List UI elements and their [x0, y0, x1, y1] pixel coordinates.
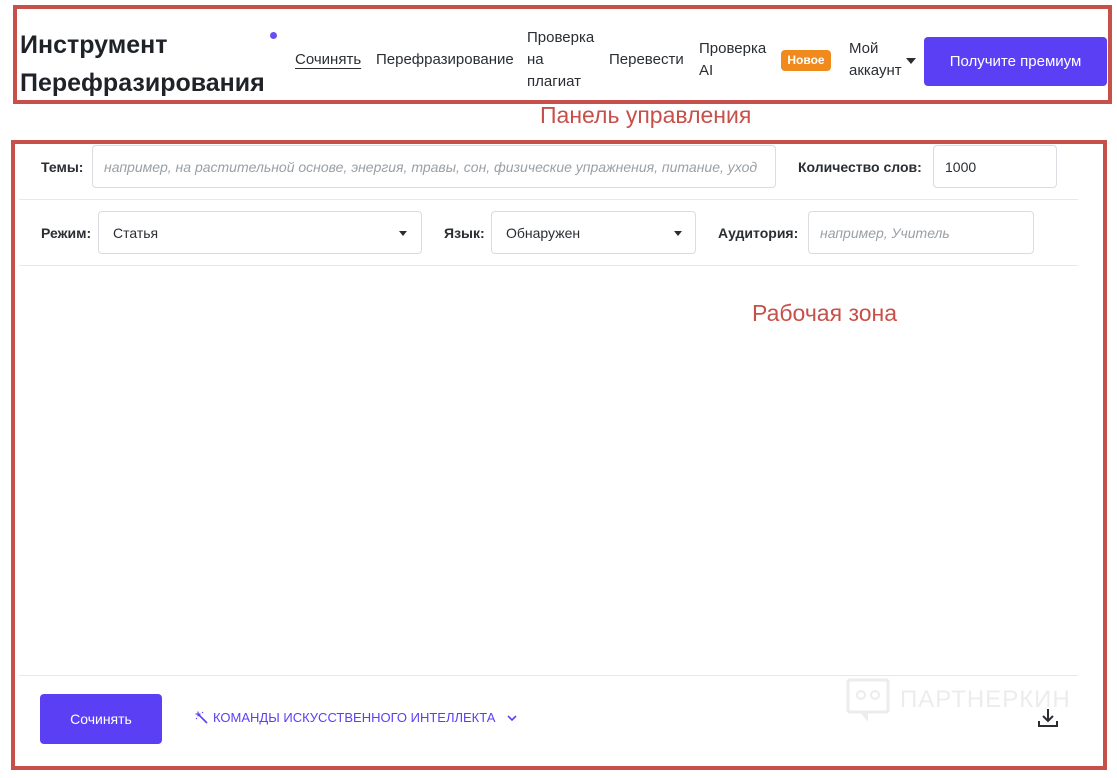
- account-chevron-down-icon[interactable]: [906, 58, 916, 64]
- nav-paraphrase[interactable]: Перефразирование: [376, 49, 514, 71]
- audience-input[interactable]: [808, 211, 1034, 254]
- language-label: Язык:: [444, 225, 485, 241]
- row-divider: [19, 199, 1078, 200]
- nav-account[interactable]: Мой аккаунт: [849, 38, 909, 82]
- magic-wand-icon: [195, 711, 209, 725]
- editor-area[interactable]: [19, 266, 1078, 674]
- watermark-logo-icon: [846, 678, 890, 722]
- topics-label: Темы:: [41, 159, 84, 175]
- chevron-down-icon: [399, 231, 407, 236]
- mode-label: Режим:: [41, 225, 92, 241]
- nav-ai-check[interactable]: Проверка AI: [699, 38, 769, 82]
- new-badge: Новое: [781, 50, 831, 71]
- chevron-down-icon: [507, 714, 518, 722]
- compose-button[interactable]: Сочинять: [40, 694, 162, 744]
- logo-line1: Инструмент: [20, 31, 168, 59]
- audience-label: Аудитория:: [718, 225, 799, 241]
- nav-translate[interactable]: Перевести: [609, 49, 684, 71]
- ai-commands-dropdown[interactable]: КОМАНДЫ ИСКУССТВЕННОГО ИНТЕЛЛЕКТА: [195, 710, 518, 725]
- footer-divider: [19, 675, 1078, 676]
- mode-select[interactable]: Статья: [98, 211, 422, 254]
- logo-dot: [270, 32, 277, 39]
- download-icon[interactable]: [1037, 708, 1059, 733]
- logo-line2: Перефразирования: [20, 69, 265, 97]
- mode-value: Статья: [113, 225, 159, 241]
- get-premium-button[interactable]: Получите премиум: [924, 37, 1107, 86]
- word-count-label: Количество слов:: [798, 159, 922, 175]
- control-panel-annotation: Панель управления: [540, 102, 752, 128]
- ai-commands-label: КОМАНДЫ ИСКУССТВЕННОГО ИНТЕЛЛЕКТА: [213, 710, 496, 725]
- chevron-down-icon: [674, 231, 682, 236]
- site-logo[interactable]: Инструмент Перефразирования: [20, 26, 265, 102]
- topics-input[interactable]: [92, 145, 776, 188]
- word-count-input[interactable]: [933, 145, 1057, 188]
- nav-plagiarism[interactable]: Проверка на плагиат: [527, 27, 597, 93]
- language-value: Обнаружен: [506, 225, 581, 241]
- nav-compose[interactable]: Сочинять: [295, 49, 361, 71]
- language-select[interactable]: Обнаружен: [491, 211, 696, 254]
